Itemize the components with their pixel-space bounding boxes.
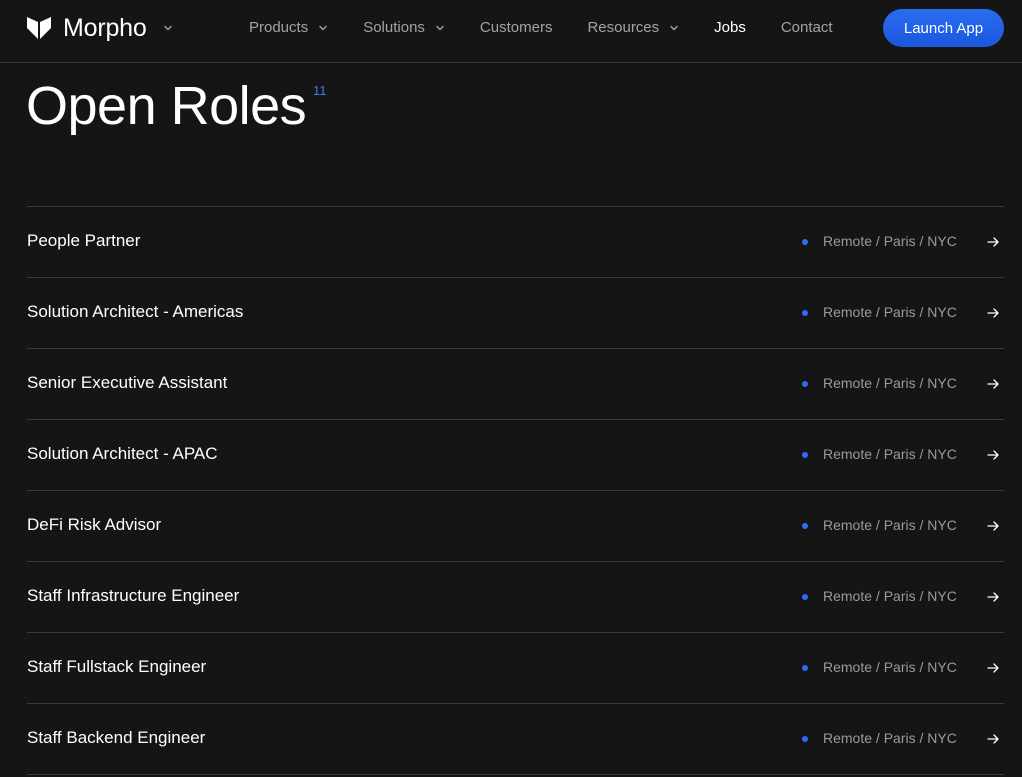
role-title: Staff Backend Engineer [27,728,206,747]
role-location: Remote / Paris / NYC [823,588,957,604]
role-row[interactable]: Staff Backend Engineer Remote / Paris / … [27,704,1004,775]
arrow-right-icon [987,379,999,389]
status-dot [802,523,808,529]
role-row[interactable]: Staff Fullstack Engineer Remote / Paris … [27,633,1004,704]
arrow-right-icon [987,450,999,460]
nav-item-solutions[interactable]: Solutions [363,19,445,36]
chevron-down-icon [436,25,444,30]
chevron-down-icon[interactable] [163,23,173,33]
status-dot [802,594,808,600]
nav-item-jobs[interactable]: Jobs [714,19,746,36]
role-location: Remote / Paris / NYC [823,233,957,249]
status-dot [802,452,808,458]
role-title: People Partner [27,231,141,250]
role-row[interactable]: DeFi Risk Advisor Remote / Paris / NYC [27,491,1004,562]
page-title: Open Roles [26,76,307,136]
main-nav: Products Solutions Customers Resources J… [249,0,833,55]
morpho-butterfly-icon [27,17,51,39]
role-title: Solution Architect - APAC [27,444,218,463]
role-location: Remote / Paris / NYC [823,304,957,320]
role-row[interactable]: Staff Infrastructure Engineer Remote / P… [27,562,1004,633]
roles-list: People Partner Remote / Paris / NYC Solu… [27,206,1004,775]
role-location: Remote / Paris / NYC [823,375,957,391]
arrow-right-icon [987,592,999,602]
status-dot [802,381,808,387]
arrow-right-icon [987,521,999,531]
nav-item-label: Products [249,19,309,36]
top-nav: Morpho Products Solutions Customers Reso… [0,0,1022,63]
brand[interactable]: Morpho [26,14,173,42]
role-title: Senior Executive Assistant [27,373,228,392]
chevron-down-icon [319,25,327,30]
role-location: Remote / Paris / NYC [823,517,957,533]
arrow-right-icon [987,663,999,673]
role-location: Remote / Paris / NYC [823,446,957,462]
nav-item-products[interactable]: Products [249,19,328,36]
nav-item-label: Contact [780,19,833,36]
status-dot [802,310,808,316]
chevron-down-icon [670,25,678,30]
arrow-right-icon [987,308,999,318]
role-location: Remote / Paris / NYC [823,659,957,675]
nav-item-label: Jobs [714,19,746,36]
role-row[interactable]: Solution Architect - APAC Remote / Paris… [27,420,1004,491]
nav-item-contact[interactable]: Contact [781,19,833,36]
open-roles-count: 11 [313,83,327,98]
role-row[interactable]: Senior Executive Assistant Remote / Pari… [27,349,1004,420]
launch-app-button[interactable]: Launch App [883,9,1004,47]
arrow-right-icon [987,237,999,247]
role-title: Staff Infrastructure Engineer [27,586,240,605]
nav-item-label: Resources [587,19,660,36]
nav-item-label: Solutions [363,19,425,36]
status-dot [802,239,808,245]
brand-name: Morpho [63,13,147,42]
nav-item-label: Customers [479,19,553,36]
status-dot [802,736,808,742]
role-title: Staff Fullstack Engineer [27,657,207,676]
role-location: Remote / Paris / NYC [823,730,957,746]
nav-item-resources[interactable]: Resources [587,19,679,36]
arrow-right-icon [987,734,999,744]
role-title: DeFi Risk Advisor [27,515,162,534]
role-title: Solution Architect - Americas [27,302,244,321]
role-row[interactable]: People Partner Remote / Paris / NYC [27,207,1004,278]
role-row[interactable]: Solution Architect - Americas Remote / P… [27,278,1004,349]
status-dot [802,665,808,671]
nav-item-customers[interactable]: Customers [480,19,553,36]
